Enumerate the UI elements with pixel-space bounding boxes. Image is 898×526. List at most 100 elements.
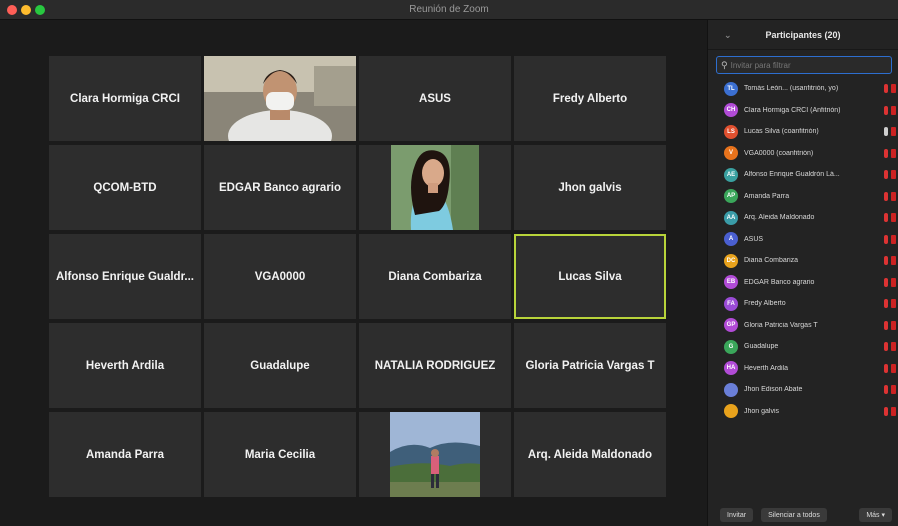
participant-item[interactable]: Jhon Edison Abate: [708, 379, 898, 401]
collapse-panel-icon[interactable]: ⌄: [724, 30, 732, 41]
muted-microphone-icon[interactable]: [884, 406, 888, 416]
video-off-icon[interactable]: [891, 170, 896, 179]
video-tile[interactable]: Gloria Patricia Vargas T: [514, 323, 666, 408]
video-tile[interactable]: Alfonso Enrique Gualdr...: [49, 234, 201, 319]
video-off-icon[interactable]: [891, 320, 896, 330]
video-tile[interactable]: [359, 412, 511, 497]
video-off-icon[interactable]: [891, 342, 896, 351]
participant-item[interactable]: G Guadalupe: [708, 336, 898, 358]
video-off-icon[interactable]: [891, 406, 896, 416]
participant-name: Gloria Patricia Vargas T: [744, 321, 818, 329]
video-off-icon[interactable]: [891, 234, 896, 244]
muted-microphone-icon[interactable]: [884, 84, 888, 93]
participant-name-label: Jhon galvis: [558, 181, 622, 194]
video-tile[interactable]: Guadalupe: [204, 323, 356, 408]
window-title: Reunión de Zoom: [409, 4, 489, 15]
video-tile[interactable]: NATALIA RODRIGUEZ: [359, 323, 511, 408]
muted-microphone-icon[interactable]: [884, 213, 888, 222]
video-tile[interactable]: Jhon galvis: [514, 145, 666, 230]
muted-microphone-icon[interactable]: [884, 191, 888, 201]
muted-microphone-icon[interactable]: [884, 105, 888, 115]
microphone-icon[interactable]: [884, 127, 888, 136]
participant-name-label: Fredy Alberto: [552, 92, 628, 105]
video-off-icon[interactable]: [891, 148, 896, 158]
participant-list: TL Tomás León... (usanfitrión, yo) CH Clara…: [708, 78, 898, 422]
participant-item[interactable]: Jhon galvis: [708, 401, 898, 423]
participant-item[interactable]: AA Arq. Aleida Maldonado: [708, 207, 898, 229]
video-tile[interactable]: VGA0000: [204, 234, 356, 319]
video-tile[interactable]: Arq. Aleida Maldonado: [514, 412, 666, 497]
gallery-view: Clara Hormiga CRCI ASUS Fredy Alberto QCOM…: [0, 20, 707, 526]
participant-name: Tomás León... (usanfitrión, yo): [744, 85, 839, 93]
muted-microphone-icon[interactable]: [884, 363, 888, 373]
avatar: [724, 382, 738, 397]
participants-title: Participantes (20): [765, 29, 841, 40]
avatar: A: [724, 232, 738, 247]
video-tile[interactable]: Maria Cecilia: [204, 412, 356, 497]
participant-name-label: Guadalupe: [250, 359, 310, 372]
video-off-icon[interactable]: [891, 256, 896, 265]
video-tile[interactable]: Lucas Silva: [514, 234, 666, 319]
video-off-icon[interactable]: [891, 84, 896, 93]
participant-name: Diana Combariza: [744, 257, 799, 265]
video-off-icon[interactable]: [891, 191, 896, 201]
participant-item[interactable]: HA Heverth Ardila: [708, 358, 898, 380]
muted-microphone-icon[interactable]: [884, 342, 888, 351]
avatar: AA: [724, 210, 738, 225]
participant-item[interactable]: DC Diana Combariza: [708, 250, 898, 272]
video-tile[interactable]: Amanda Parra: [49, 412, 201, 497]
video-tile[interactable]: ASUS: [359, 56, 511, 141]
muted-microphone-icon[interactable]: [884, 385, 888, 394]
video-tile[interactable]: Fredy Alberto: [514, 56, 666, 141]
participant-name-label: EDGAR Banco agrario: [218, 181, 342, 194]
muted-microphone-icon[interactable]: [884, 170, 888, 179]
participant-item[interactable]: GP Gloria Patricia Vargas T: [708, 315, 898, 337]
video-off-icon[interactable]: [891, 385, 896, 394]
video-tile[interactable]: EDGAR Banco agrario: [204, 145, 356, 230]
muted-microphone-icon[interactable]: [884, 277, 888, 287]
window-titlebar: Reunión de Zoom: [0, 0, 898, 20]
video-off-icon[interactable]: [891, 299, 896, 308]
participant-search[interactable]: ⚲: [716, 56, 892, 74]
muted-microphone-icon[interactable]: [884, 234, 888, 244]
participant-name: Lucas Silva (coanfitrión): [744, 128, 819, 136]
participant-item[interactable]: LS Lucas Silva (coanfitrión): [708, 121, 898, 143]
participant-item[interactable]: AE Alfonso Enrique Gualdrón Lá...: [708, 164, 898, 186]
video-tile[interactable]: Heverth Ardila: [49, 323, 201, 408]
invite-button[interactable]: Invitar: [720, 508, 754, 522]
video-tile[interactable]: [204, 56, 356, 141]
participant-name-label: VGA0000: [254, 270, 306, 283]
video-off-icon[interactable]: [891, 213, 896, 222]
participant-name-label: Arq. Aleida Maldonado: [527, 448, 653, 461]
participant-item[interactable]: V VGA0000 (coanfitrión): [708, 143, 898, 165]
video-tile[interactable]: QCOM-BTD: [49, 145, 201, 230]
video-off-icon[interactable]: [891, 127, 896, 136]
video-tile[interactable]: [359, 145, 511, 230]
video-off-icon[interactable]: [891, 363, 896, 373]
video-off-icon[interactable]: [891, 277, 896, 287]
participant-item[interactable]: A ASUS: [708, 229, 898, 251]
video-tile[interactable]: Diana Combariza: [359, 234, 511, 319]
video-off-icon[interactable]: [891, 105, 896, 115]
participant-item[interactable]: TL Tomás León... (usanfitrión, yo): [708, 78, 898, 100]
video-tile[interactable]: Clara Hormiga CRCI: [49, 56, 201, 141]
participant-search-input[interactable]: [730, 60, 881, 70]
avatar: HA: [724, 361, 738, 376]
muted-microphone-icon[interactable]: [884, 320, 888, 330]
more-button[interactable]: Más ▾: [859, 508, 892, 522]
participant-item[interactable]: CH Clara Hormiga CRCI (Anfitrión): [708, 100, 898, 122]
participant-item[interactable]: AP Amanda Parra: [708, 186, 898, 208]
muted-microphone-icon[interactable]: [884, 148, 888, 158]
participant-item[interactable]: EB EDGAR Banco agrario: [708, 272, 898, 294]
avatar: DC: [724, 253, 738, 268]
muted-microphone-icon[interactable]: [884, 299, 888, 308]
participant-name: VGA0000 (coanfitrión): [744, 149, 814, 157]
avatar: G: [724, 339, 738, 354]
muted-microphone-icon[interactable]: [884, 256, 888, 265]
avatar: FA: [724, 296, 738, 311]
participant-video: [359, 145, 511, 230]
participant-name: Fredy Alberto: [744, 300, 786, 308]
participant-name: EDGAR Banco agrario: [744, 278, 815, 286]
participant-item[interactable]: FA Fredy Alberto: [708, 293, 898, 315]
mute-all-button[interactable]: Silenciar a todos: [761, 508, 827, 522]
